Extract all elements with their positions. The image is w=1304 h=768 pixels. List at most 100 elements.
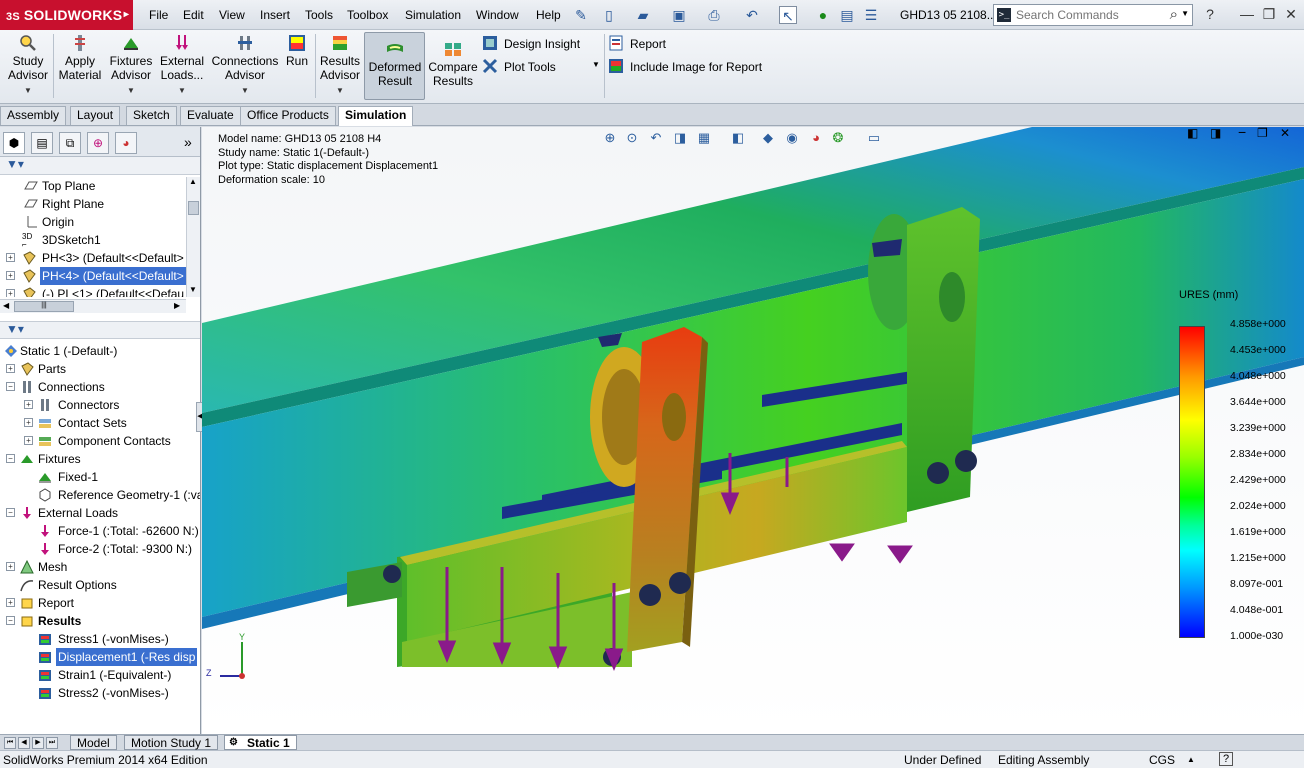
collapse-icon[interactable]: − <box>6 508 15 517</box>
results-advisor-button[interactable]: Results Advisor ▼ <box>318 34 362 98</box>
filter-bar-bottom[interactable]: ▼▾ <box>0 321 200 339</box>
undo-icon[interactable]: ↶ <box>743 6 761 24</box>
tile-right-icon[interactable]: ◨ <box>1210 127 1221 140</box>
tab-layout[interactable]: Layout <box>70 106 121 125</box>
display-manager-tab-icon[interactable]: ◕ <box>115 132 137 154</box>
tab-static-1[interactable]: ⚙ Static 1 <box>224 735 297 750</box>
fea-model-viewport[interactable] <box>202 127 1304 734</box>
report-button[interactable]: Report <box>608 35 666 51</box>
expand-icon[interactable]: + <box>6 289 15 297</box>
file-properties-icon[interactable]: ▤ <box>838 6 856 24</box>
fixtures-advisor-button[interactable]: Fixtures Advisor ▼ <box>108 34 154 98</box>
help-icon[interactable]: ? <box>1219 752 1233 766</box>
solidworks-logo[interactable]: 3S SOLIDWORKS ▸ <box>0 0 133 30</box>
tab-model[interactable]: Model <box>70 735 117 750</box>
chevron-up-icon[interactable]: ▲ <box>1187 755 1195 764</box>
first-tab-icon[interactable]: ⏮ <box>4 737 16 749</box>
sim-tree-fixed-1[interactable]: Fixed-1 <box>0 468 200 486</box>
tab-sketch[interactable]: Sketch <box>126 106 177 125</box>
filter-icon[interactable]: ▼▾ <box>6 322 24 336</box>
sim-tree-reference-geometry[interactable]: Reference Geometry-1 (:va <box>0 486 200 504</box>
tree-item-right-plane[interactable]: Right Plane <box>0 195 200 213</box>
sim-tree-mesh[interactable]: + Mesh <box>0 558 200 576</box>
chevron-down-icon[interactable]: ▼ <box>211 84 279 98</box>
chevron-down-icon[interactable]: ▼ <box>592 60 600 69</box>
tab-motion-study-1[interactable]: Motion Study 1 <box>124 735 219 750</box>
property-manager-tab-icon[interactable]: ▤ <box>31 132 53 154</box>
next-tab-icon[interactable]: ▶ <box>32 737 44 749</box>
restore-icon[interactable]: ❐ <box>1259 4 1279 24</box>
tree-item-origin[interactable]: Origin <box>0 213 200 231</box>
apply-material-button[interactable]: Apply Material <box>58 34 102 82</box>
chevron-down-icon[interactable]: ▼ <box>159 84 205 98</box>
menu-tools[interactable]: Tools <box>305 8 333 22</box>
sim-tree-fixtures[interactable]: − Fixtures <box>0 450 200 468</box>
view-orientation-icon[interactable]: ◧ <box>730 130 746 146</box>
sim-tree-stress2[interactable]: Stress2 (-vonMises-) <box>0 684 200 702</box>
collapse-icon[interactable]: − <box>6 382 15 391</box>
minimize-icon[interactable]: — <box>1237 4 1257 24</box>
sim-tree-report[interactable]: + Report <box>0 594 200 612</box>
sim-tree-results[interactable]: − Results <box>0 612 200 630</box>
previous-view-icon[interactable]: ↶ <box>648 130 664 146</box>
menu-toolbox[interactable]: Toolbox <box>347 8 388 22</box>
compare-results-button[interactable]: Compare Results <box>428 40 478 88</box>
scroll-thumb[interactable] <box>188 201 199 215</box>
open-folder-icon[interactable]: ▰ <box>634 6 652 24</box>
connections-advisor-button[interactable]: Connections Advisor ▼ <box>211 34 279 98</box>
deformed-result-button[interactable]: Deformed Result <box>366 40 424 88</box>
feature-tree-vertical-scrollbar[interactable]: ▲ ▼ <box>186 177 200 297</box>
tile-left-icon[interactable]: ◧ <box>1187 127 1198 140</box>
sim-tree-parts[interactable]: + Parts <box>0 360 200 378</box>
collapse-icon[interactable]: − <box>6 454 15 463</box>
menu-edit[interactable]: Edit <box>183 8 204 22</box>
external-loads-button[interactable]: External Loads... ▼ <box>159 34 205 98</box>
doc-restore-icon[interactable]: ❐ <box>1257 127 1268 140</box>
menu-insert[interactable]: Insert <box>260 8 290 22</box>
menu-simulation[interactable]: Simulation <box>405 8 461 22</box>
tree-item-3dsketch[interactable]: 3D ⌐ 3DSketch1 <box>0 231 200 249</box>
expand-icon[interactable]: + <box>24 418 33 427</box>
tree-item-pl1[interactable]: + (-) PL<1> (Default<<Defau <box>0 285 200 297</box>
zoom-to-fit-icon[interactable]: ⊕ <box>602 130 618 146</box>
sim-tree-force-2[interactable]: Force-2 (:Total: -9300 N:) <box>0 540 200 558</box>
tab-office-products[interactable]: Office Products <box>240 106 336 125</box>
scroll-right-icon[interactable]: ▶ <box>174 301 180 310</box>
search-commands-box[interactable]: >_ ⌕ ▼ <box>993 4 1193 26</box>
sim-tree-displacement1[interactable]: Displacement1 (-Res disp <box>0 648 200 666</box>
sim-tree-result-options[interactable]: Result Options <box>0 576 200 594</box>
close-icon[interactable]: ✕ <box>1281 4 1301 24</box>
expand-icon[interactable]: + <box>6 271 15 280</box>
sim-tree-stress1[interactable]: Stress1 (-vonMises-) <box>0 630 200 648</box>
dynamic-annotation-icon[interactable]: ▦ <box>696 130 712 146</box>
expand-icon[interactable]: + <box>6 253 15 262</box>
sim-tree-component-contacts[interactable]: + Component Contacts <box>0 432 200 450</box>
scroll-up-icon[interactable]: ▲ <box>189 177 197 186</box>
feature-tree-horizontal-scrollbar[interactable]: ◀ ||| ▶ <box>0 299 186 313</box>
menu-file[interactable]: File <box>149 8 168 22</box>
search-icon[interactable]: ⌕ <box>1170 6 1178 23</box>
menu-view[interactable]: View <box>219 8 245 22</box>
scroll-down-icon[interactable]: ▼ <box>189 285 197 294</box>
tab-simulation[interactable]: Simulation <box>338 106 414 126</box>
prev-tab-icon[interactable]: ◀ <box>18 737 30 749</box>
new-document-icon[interactable]: ▯ <box>600 6 618 24</box>
sim-tree-study[interactable]: Static 1 (-Default-) <box>0 342 200 360</box>
expand-icon[interactable]: + <box>24 436 33 445</box>
chevron-right-icon[interactable]: » <box>184 134 192 150</box>
chevron-down-icon[interactable]: ▼ <box>318 84 362 98</box>
collapse-icon[interactable]: − <box>6 616 15 625</box>
search-input[interactable] <box>1016 7 1162 23</box>
tree-item-top-plane[interactable]: Top Plane <box>0 177 200 195</box>
units-selector[interactable]: CGS <box>1149 753 1175 767</box>
hide-show-items-icon[interactable]: ◉ <box>784 130 800 146</box>
apply-scene-icon[interactable]: ❂ <box>830 130 846 146</box>
chevron-down-icon[interactable]: ▼ <box>1181 9 1189 18</box>
tree-item-ph3[interactable]: + PH<3> (Default<<Default> <box>0 249 200 267</box>
sim-tree-external-loads[interactable]: − External Loads <box>0 504 200 522</box>
expand-icon[interactable]: + <box>24 400 33 409</box>
expand-icon[interactable]: + <box>6 598 15 607</box>
pin-icon[interactable]: ✎ <box>572 6 590 24</box>
select-pointer-icon[interactable]: ↖ <box>779 6 797 24</box>
display-style-icon[interactable]: ◆ <box>760 130 776 146</box>
